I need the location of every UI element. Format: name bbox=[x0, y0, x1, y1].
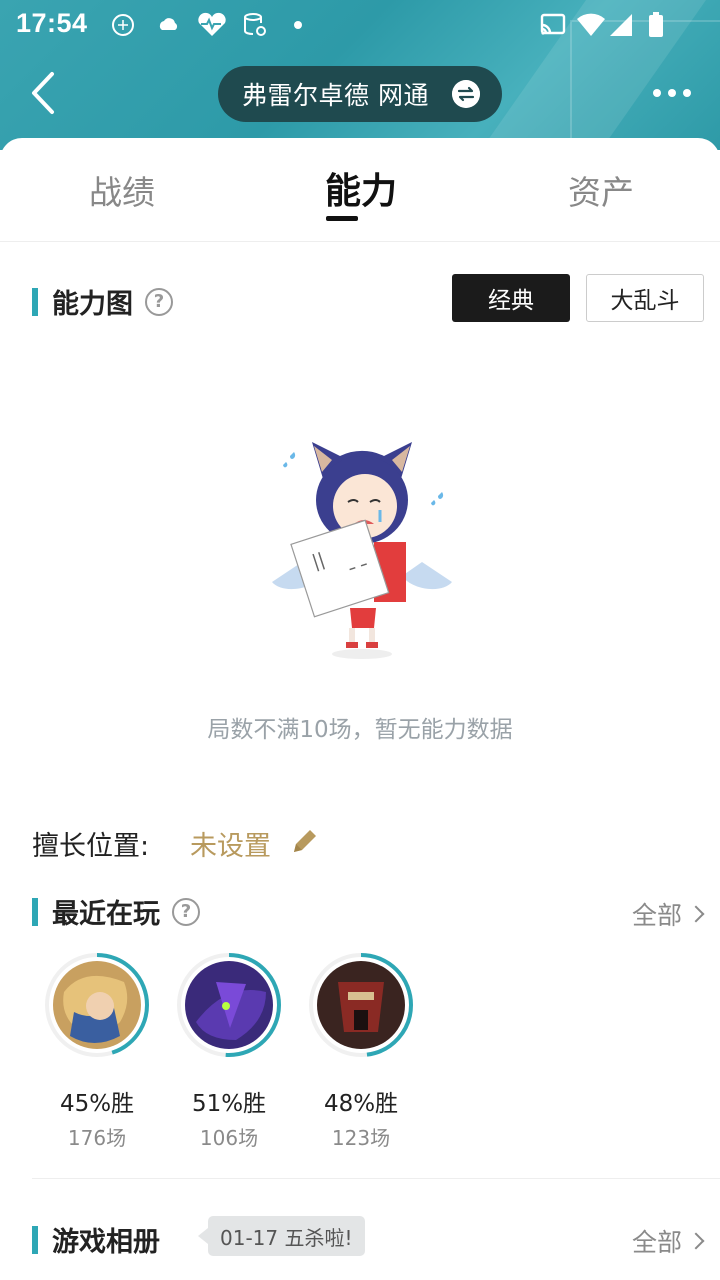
tab-bar: 战绩 能力 资产 bbox=[0, 138, 720, 242]
cloud-icon bbox=[159, 18, 178, 30]
position-value[interactable]: 未设置 bbox=[190, 824, 271, 863]
more-dot bbox=[653, 89, 661, 97]
section-accent-bar bbox=[32, 287, 38, 316]
album-title: 游戏相册 bbox=[52, 1227, 160, 1258]
recent-all-link[interactable]: 全部 bbox=[631, 896, 705, 932]
all-label: 全部 bbox=[631, 901, 682, 930]
more-button[interactable] bbox=[648, 80, 696, 106]
recent-section-header: 最近在玩 ? bbox=[32, 892, 200, 931]
signal-icon bbox=[610, 14, 632, 36]
status-bar: 17:54 bbox=[0, 0, 720, 50]
swap-icon bbox=[452, 80, 480, 108]
champion-games: 106场 bbox=[199, 1126, 259, 1150]
ability-section-header: 能力图 ? bbox=[32, 282, 173, 321]
section-accent-bar bbox=[32, 1225, 38, 1254]
more-dot bbox=[668, 89, 676, 97]
champion-avatar bbox=[309, 953, 413, 1057]
tab-ability[interactable]: 能力 bbox=[325, 162, 397, 214]
champion-card[interactable]: 51%胜 106场 bbox=[174, 952, 284, 1151]
heartbeat-icon bbox=[198, 12, 226, 36]
champion-win-rate: 45%胜 bbox=[59, 1091, 135, 1117]
all-label: 全部 bbox=[631, 1228, 682, 1257]
cast-icon bbox=[540, 13, 566, 35]
position-label: 擅长位置: bbox=[32, 831, 150, 862]
champion-avatar bbox=[177, 953, 281, 1057]
champion-games: 123场 bbox=[331, 1126, 391, 1150]
champion-win-rate: 51%胜 bbox=[191, 1091, 267, 1117]
champion-win-rate: 48%胜 bbox=[323, 1091, 399, 1117]
champion-card[interactable]: 48%胜 123场 bbox=[306, 952, 416, 1151]
help-icon[interactable]: ? bbox=[172, 897, 200, 926]
tab-record[interactable]: 战绩 bbox=[89, 166, 155, 214]
database-icon bbox=[244, 13, 266, 36]
edit-pencil-icon[interactable] bbox=[290, 826, 320, 856]
tab-active-indicator bbox=[326, 216, 358, 221]
more-dot bbox=[683, 89, 691, 97]
app-header: 17:54 弗雷尔卓德 网通 bbox=[0, 0, 720, 150]
album-section-header: 游戏相册 bbox=[32, 1220, 160, 1259]
back-button[interactable] bbox=[24, 68, 68, 118]
brain-icon bbox=[112, 14, 134, 36]
content-card: 战绩 能力 资产 能力图 ? 经典 大乱斗 局数不满10场，暂无能力数据 擅长位… bbox=[0, 138, 720, 1280]
champion-avatar bbox=[45, 953, 149, 1057]
section-accent-bar bbox=[32, 897, 38, 926]
champion-games: 176场 bbox=[67, 1126, 127, 1150]
album-all-link[interactable]: 全部 bbox=[631, 1223, 705, 1259]
champion-card[interactable]: 45%胜 176场 bbox=[42, 952, 152, 1151]
crying-mascot-illustration bbox=[272, 442, 452, 659]
recent-title: 最近在玩 bbox=[52, 899, 160, 930]
server-switch-pill[interactable]: 弗雷尔卓德 网通 bbox=[218, 66, 502, 122]
status-time: 17:54 bbox=[16, 8, 88, 38]
album-tooltip: 01-17 五杀啦! bbox=[198, 1216, 365, 1256]
chevron-right-icon bbox=[687, 905, 705, 923]
section-divider bbox=[32, 1178, 720, 1179]
ability-title: 能力图 bbox=[52, 289, 133, 320]
empty-ability-message: 局数不满10场，暂无能力数据 bbox=[207, 717, 513, 743]
chevron-right-icon bbox=[687, 1232, 705, 1250]
help-icon[interactable]: ? bbox=[145, 287, 173, 316]
mode-classic-button[interactable]: 经典 bbox=[452, 274, 570, 322]
notification-dot-icon bbox=[294, 21, 302, 29]
mode-aram-button[interactable]: 大乱斗 bbox=[586, 274, 704, 322]
page-title: 弗雷尔卓德 网通 bbox=[242, 81, 429, 110]
tab-assets[interactable]: 资产 bbox=[568, 166, 634, 214]
battery-icon bbox=[649, 12, 663, 37]
wifi-icon bbox=[577, 13, 605, 36]
